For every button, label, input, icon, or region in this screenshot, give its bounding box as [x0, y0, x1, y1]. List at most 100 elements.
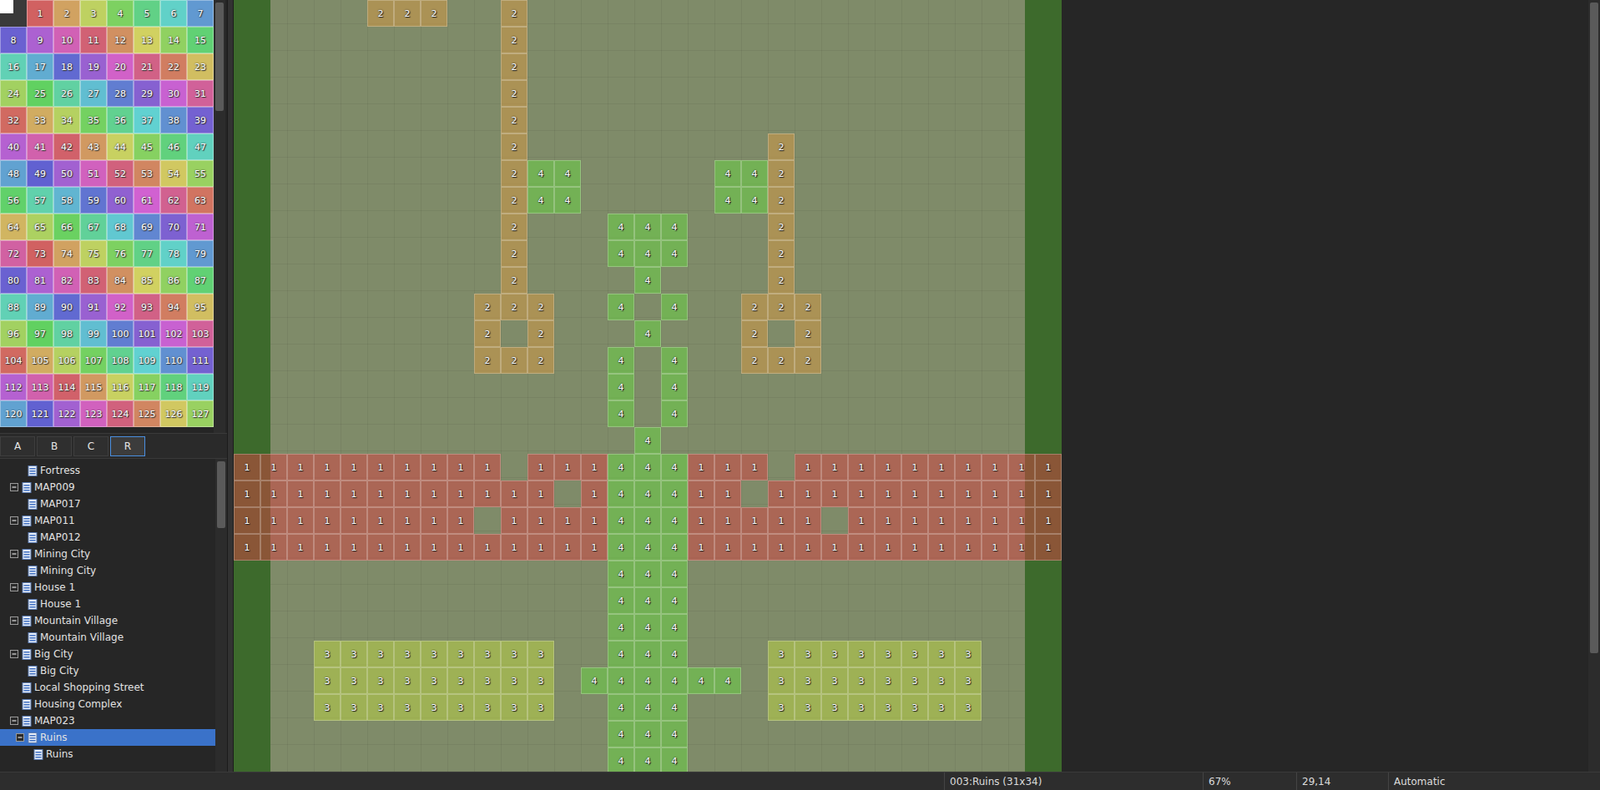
tileset-tab[interactable]: A	[0, 436, 36, 457]
map-cell[interactable]	[714, 240, 742, 268]
map-cell[interactable]: 4	[661, 641, 688, 668]
map-cell[interactable]	[661, 0, 688, 27]
map-cell[interactable]: 3	[420, 641, 448, 668]
map-cell[interactable]	[313, 26, 341, 54]
map-cell[interactable]	[527, 133, 555, 161]
map-cell[interactable]	[981, 80, 1009, 107]
map-cell[interactable]	[954, 293, 982, 321]
map-cell[interactable]: 4	[607, 347, 635, 374]
map-cell[interactable]	[687, 293, 715, 321]
map-cell[interactable]	[233, 213, 261, 241]
collapse-icon[interactable]	[10, 716, 19, 726]
map-cell[interactable]: 2	[741, 320, 768, 348]
map-cell[interactable]	[741, 53, 768, 81]
map-cell[interactable]	[1008, 694, 1035, 722]
region-cell[interactable]: 14	[160, 26, 187, 54]
map-cell[interactable]	[928, 293, 955, 321]
map-cell[interactable]	[687, 400, 715, 428]
map-cell[interactable]	[554, 427, 581, 455]
map-cell[interactable]	[420, 427, 448, 455]
map-cell[interactable]: 1	[313, 507, 341, 535]
region-cell[interactable]: 85	[133, 267, 161, 294]
map-cell[interactable]	[233, 133, 261, 161]
map-cell[interactable]	[901, 373, 929, 401]
region-cell[interactable]: 80	[0, 267, 27, 294]
map-cell[interactable]	[1034, 133, 1062, 161]
collapse-icon[interactable]	[15, 733, 25, 742]
map-cell[interactable]	[981, 721, 1009, 748]
map-cell[interactable]: 3	[874, 667, 902, 695]
map-cell[interactable]	[527, 747, 555, 773]
map-cell[interactable]: 3	[847, 667, 875, 695]
map-cell[interactable]	[794, 614, 822, 642]
map-cell[interactable]	[287, 667, 314, 695]
map-cell[interactable]	[313, 160, 341, 187]
map-cell[interactable]: 4	[607, 454, 635, 481]
map-cell[interactable]	[367, 427, 394, 455]
map-cell[interactable]	[420, 160, 448, 187]
map-cell[interactable]	[714, 267, 742, 294]
map-cell[interactable]	[393, 587, 421, 615]
tileset-tab[interactable]: C	[73, 436, 109, 457]
map-cell[interactable]	[741, 213, 768, 241]
region-cell[interactable]: 39	[186, 106, 214, 134]
map-cell[interactable]: 2	[500, 186, 528, 214]
map-cell[interactable]	[580, 293, 608, 321]
map-cell[interactable]: 4	[634, 534, 662, 561]
map-cell[interactable]	[634, 106, 662, 134]
map-cell[interactable]: 1	[741, 534, 768, 561]
map-cell[interactable]	[313, 213, 341, 241]
map-cell[interactable]: 1	[287, 534, 314, 561]
map-cell[interactable]	[420, 560, 448, 588]
map-cell[interactable]	[714, 213, 742, 241]
map-cell[interactable]	[500, 454, 528, 481]
map-cell[interactable]	[287, 560, 314, 588]
map-cell[interactable]	[580, 240, 608, 268]
map-cell[interactable]	[260, 641, 288, 668]
region-cell[interactable]: 40	[0, 133, 27, 161]
map-cell[interactable]	[767, 106, 795, 134]
map-cell[interactable]	[447, 160, 475, 187]
map-cell[interactable]	[340, 293, 368, 321]
region-cell[interactable]: 94	[160, 293, 187, 321]
map-cell[interactable]	[714, 106, 742, 134]
map-cell[interactable]	[313, 721, 341, 748]
map-cell[interactable]	[874, 293, 902, 321]
map-cell[interactable]: 1	[500, 507, 528, 535]
map-cell[interactable]: 4	[554, 186, 581, 214]
map-cell[interactable]	[607, 0, 635, 27]
map-cell[interactable]	[954, 587, 982, 615]
map-cell[interactable]	[1034, 400, 1062, 428]
region-cell[interactable]: 89	[26, 293, 54, 321]
map-cell[interactable]: 3	[313, 641, 341, 668]
map-cell[interactable]: 1	[1034, 534, 1062, 561]
map-cell[interactable]	[260, 560, 288, 588]
map-cell[interactable]: 4	[607, 213, 635, 241]
region-cell[interactable]: 26	[53, 80, 81, 107]
map-cell[interactable]: 1	[981, 534, 1009, 561]
map-cell[interactable]	[687, 587, 715, 615]
map-cell[interactable]	[340, 587, 368, 615]
map-cell[interactable]: 1	[554, 507, 581, 535]
map-cell[interactable]	[901, 427, 929, 455]
map-cell[interactable]	[527, 721, 555, 748]
map-cell[interactable]	[233, 560, 261, 588]
map-cell[interactable]	[928, 0, 955, 27]
map-cell[interactable]	[767, 614, 795, 642]
map-cell[interactable]	[233, 721, 261, 748]
map-cell[interactable]	[313, 560, 341, 588]
tree-item[interactable]: Housing Complex	[0, 696, 216, 713]
map-cell[interactable]	[554, 641, 581, 668]
map-cell[interactable]: 4	[607, 240, 635, 268]
map-cell[interactable]: 1	[447, 480, 475, 508]
map-cell[interactable]: 3	[393, 641, 421, 668]
map-cell[interactable]	[554, 480, 581, 508]
region-cell[interactable]: 75	[80, 240, 107, 268]
map-cell[interactable]	[447, 186, 475, 214]
map-cell[interactable]	[928, 26, 955, 54]
map-cell[interactable]	[928, 160, 955, 187]
map-cell[interactable]	[554, 80, 581, 107]
map-cell[interactable]: 2	[500, 26, 528, 54]
map-cell[interactable]	[847, 53, 875, 81]
map-cell[interactable]: 3	[527, 667, 555, 695]
